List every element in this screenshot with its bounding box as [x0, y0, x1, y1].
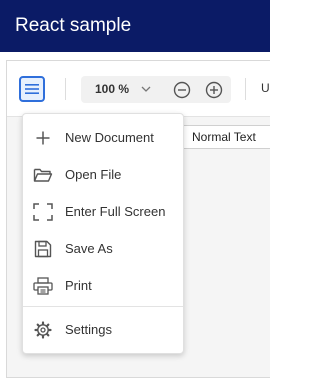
- zoom-control[interactable]: 100 %: [81, 76, 231, 103]
- menu-item-new-document[interactable]: New Document: [23, 119, 183, 156]
- menu-divider: [23, 306, 183, 307]
- printer-icon: [32, 275, 54, 297]
- menu-item-label: Print: [65, 278, 92, 293]
- menu-item-full-screen[interactable]: Enter Full Screen: [23, 193, 183, 230]
- zoom-out-icon[interactable]: [173, 81, 191, 99]
- folder-icon: [32, 164, 54, 186]
- menu-item-open-file[interactable]: Open File: [23, 156, 183, 193]
- zoom-value[interactable]: 100 %: [95, 82, 129, 96]
- chevron-down-icon[interactable]: [141, 86, 151, 93]
- menu-item-settings[interactable]: Settings: [23, 311, 183, 348]
- plus-icon: [32, 127, 54, 149]
- zoom-in-icon[interactable]: [205, 81, 223, 99]
- menu-item-label: New Document: [65, 130, 154, 145]
- menu-item-label: Save As: [65, 241, 113, 256]
- paragraph-style-select[interactable]: Normal Text: [183, 125, 270, 149]
- menu-item-label: Enter Full Screen: [65, 204, 166, 219]
- file-menu: New Document Open File Enter Full Screen: [22, 113, 184, 354]
- menu-item-label: Open File: [65, 167, 122, 182]
- truncated-toolbar-label[interactable]: U: [261, 81, 270, 95]
- save-icon: [32, 238, 54, 260]
- menu-item-print[interactable]: Print: [23, 267, 183, 304]
- toolbar-separator: [245, 78, 246, 100]
- app-header: React sample: [0, 0, 270, 52]
- menu-button[interactable]: [19, 76, 45, 102]
- menu-item-label: Settings: [65, 322, 112, 337]
- toolbar-separator: [65, 78, 66, 100]
- fullscreen-icon: [32, 201, 54, 223]
- gear-icon: [32, 319, 54, 341]
- menu-item-save-as[interactable]: Save As: [23, 230, 183, 267]
- hamburger-icon: [25, 84, 39, 94]
- toolbar: 100 % U: [7, 61, 270, 117]
- app-title: React sample: [15, 15, 132, 36]
